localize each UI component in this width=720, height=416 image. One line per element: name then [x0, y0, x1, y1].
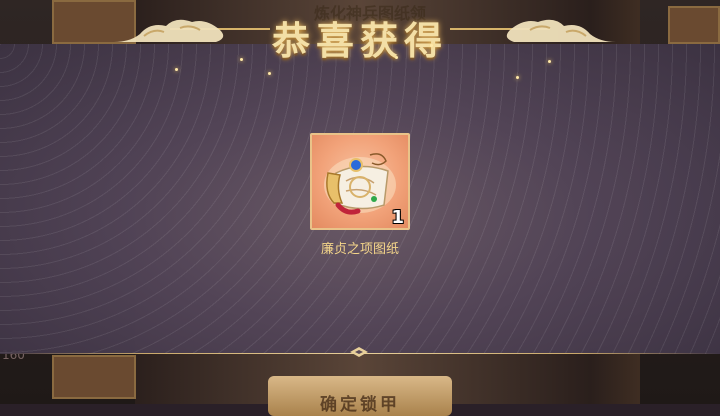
sparkle-icon	[240, 58, 243, 61]
background-card	[668, 6, 720, 44]
sparkle-icon	[548, 60, 551, 63]
sparkle-icon	[268, 72, 271, 75]
reward-item-slot[interactable]: 1	[310, 133, 410, 230]
reward-quantity: 1	[391, 207, 404, 228]
background-card	[52, 355, 136, 399]
sparkle-icon	[395, 56, 398, 59]
reward-item-name: 廉贞之项图纸	[320, 242, 399, 257]
sparkle-icon	[175, 68, 178, 71]
background-confirm-label: 确定锁甲	[320, 395, 400, 415]
sparkle-icon	[516, 76, 519, 79]
sparkle-icon	[430, 44, 433, 47]
banner-title: 恭喜获得	[271, 18, 448, 63]
diamond-ornament-icon	[350, 347, 368, 357]
background-confirm-button: 确定锁甲	[268, 376, 452, 416]
